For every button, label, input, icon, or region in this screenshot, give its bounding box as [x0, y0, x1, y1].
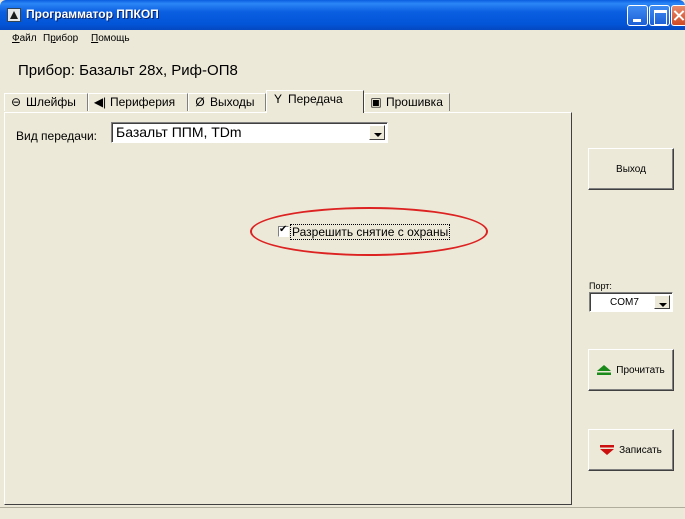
write-button[interactable]: Записать: [588, 429, 674, 471]
read-button[interactable]: Прочитать: [588, 349, 674, 391]
tab-firmware[interactable]: ▣ Прошивка: [364, 93, 450, 111]
tab-transfer[interactable]: Y Передача: [266, 90, 364, 113]
app-triangle-icon[interactable]: [7, 8, 21, 22]
transfer-type-value: Базальт ППМ, TDm: [116, 124, 242, 140]
minimize-button[interactable]: [627, 5, 648, 26]
maximize-button[interactable]: [649, 5, 670, 26]
tab-periphery-label: Периферия: [110, 95, 176, 109]
chip-icon: ▣: [370, 95, 382, 109]
status-bar: [0, 507, 685, 519]
read-button-label: Прочитать: [616, 364, 665, 376]
menu-help[interactable]: Помощь: [91, 33, 130, 44]
tab-outputs-label: Выходы: [210, 95, 255, 109]
menu-device[interactable]: Прибор: [43, 33, 78, 44]
exit-button-label: Выход: [616, 163, 646, 175]
tab-periphery[interactable]: ◀| Периферия: [88, 93, 188, 111]
title-bar[interactable]: Программатор ППКОП: [0, 0, 685, 30]
menu-bar: Файл Прибор Помощь: [0, 30, 685, 48]
tab-loops-label: Шлейфы: [26, 95, 76, 109]
exit-button[interactable]: Выход: [588, 148, 674, 190]
transfer-type-select[interactable]: Базальт ППМ, TDm: [111, 122, 388, 143]
outputs-icon: Ø: [195, 95, 205, 109]
close-button[interactable]: [671, 5, 685, 26]
speaker-icon: ◀|: [93, 95, 107, 109]
allow-disarm-checkbox[interactable]: [278, 224, 289, 237]
menu-file[interactable]: Файл: [12, 33, 37, 44]
eject-up-icon: [597, 365, 612, 375]
tab-outputs[interactable]: Ø Выходы: [188, 93, 266, 111]
menu-help-rest: омощь: [98, 33, 130, 44]
chevron-down-icon[interactable]: [369, 125, 385, 140]
eject-down-icon: [600, 445, 615, 455]
tab-loops[interactable]: ⊖ Шлейфы: [4, 93, 88, 111]
port-select[interactable]: COM7: [589, 292, 673, 312]
allow-disarm-label[interactable]: Разрешить снятие с охраны: [290, 224, 451, 240]
device-title: Прибор: Базальт 28х, Риф-ОП8: [18, 62, 238, 79]
tab-firmware-label: Прошивка: [386, 95, 443, 109]
window-title: Программатор ППКОП: [26, 7, 159, 21]
write-button-label: Записать: [619, 444, 662, 456]
theta-icon: ⊖: [10, 95, 22, 109]
port-label: Порт:: [589, 281, 612, 291]
port-value: COM7: [610, 297, 639, 308]
transfer-panel: [4, 112, 572, 505]
chevron-down-icon[interactable]: [654, 295, 670, 309]
transfer-type-label: Вид передачи:: [16, 129, 97, 143]
tab-transfer-label: Передача: [288, 92, 343, 106]
antenna-icon: Y: [273, 92, 282, 106]
menu-file-rest: айл: [19, 33, 37, 44]
menu-device-rest: ибор: [55, 33, 79, 44]
